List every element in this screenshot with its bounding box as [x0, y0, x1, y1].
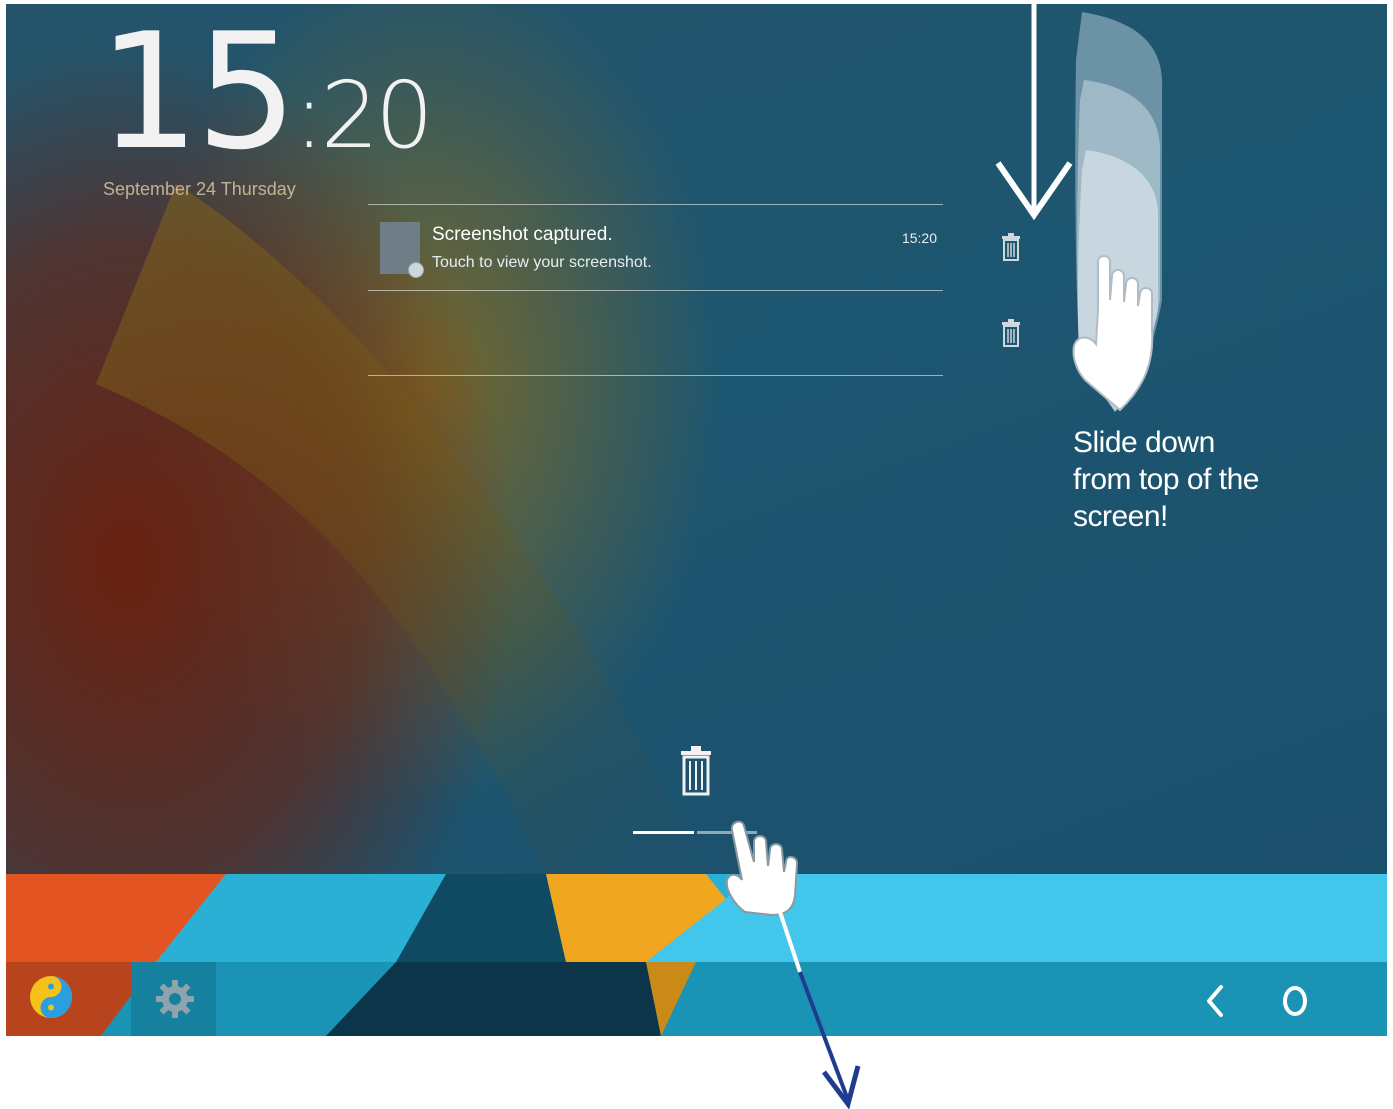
- back-chevron-icon[interactable]: [1194, 979, 1238, 1023]
- lockscreen-clock: 15:20: [98, 4, 434, 185]
- notification-divider: [368, 204, 943, 205]
- lockscreen-date: September 24 Thursday: [103, 179, 296, 199]
- launcher-app-icon[interactable]: [28, 974, 74, 1020]
- notification-time: 15:20: [901, 230, 937, 246]
- clock-hours: 15: [98, 4, 298, 185]
- screenshot-badge-icon: [408, 262, 424, 278]
- notification-screenshot[interactable]: Screenshot captured. Touch to view your …: [368, 206, 943, 290]
- notification-title: Screenshot captured.: [432, 224, 613, 245]
- unlock-track: [697, 831, 757, 834]
- clock-minutes: :20: [293, 62, 434, 169]
- tutorial-caption: Slide down from top of the screen!: [1073, 424, 1259, 535]
- dock-band: [6, 874, 1387, 962]
- settings-gear-icon[interactable]: [152, 976, 198, 1022]
- caption-line: Slide down: [1073, 426, 1215, 459]
- caption-line: screen!: [1073, 500, 1168, 533]
- notification-divider: [368, 375, 943, 376]
- trash-icon[interactable]: [679, 744, 713, 796]
- caption-line: from top of the: [1073, 463, 1259, 496]
- home-circle-icon[interactable]: [1273, 979, 1317, 1023]
- unlock-track: [633, 831, 694, 834]
- trash-icon[interactable]: [1000, 318, 1022, 348]
- notification-subtitle: Touch to view your screenshot.: [432, 254, 652, 271]
- trash-icon[interactable]: [1000, 232, 1022, 262]
- navigation-bar: [6, 962, 1387, 1036]
- notification-divider: [368, 290, 943, 291]
- tablet-screen: 15:20 September 24 Thursday Screenshot c…: [6, 4, 1387, 1036]
